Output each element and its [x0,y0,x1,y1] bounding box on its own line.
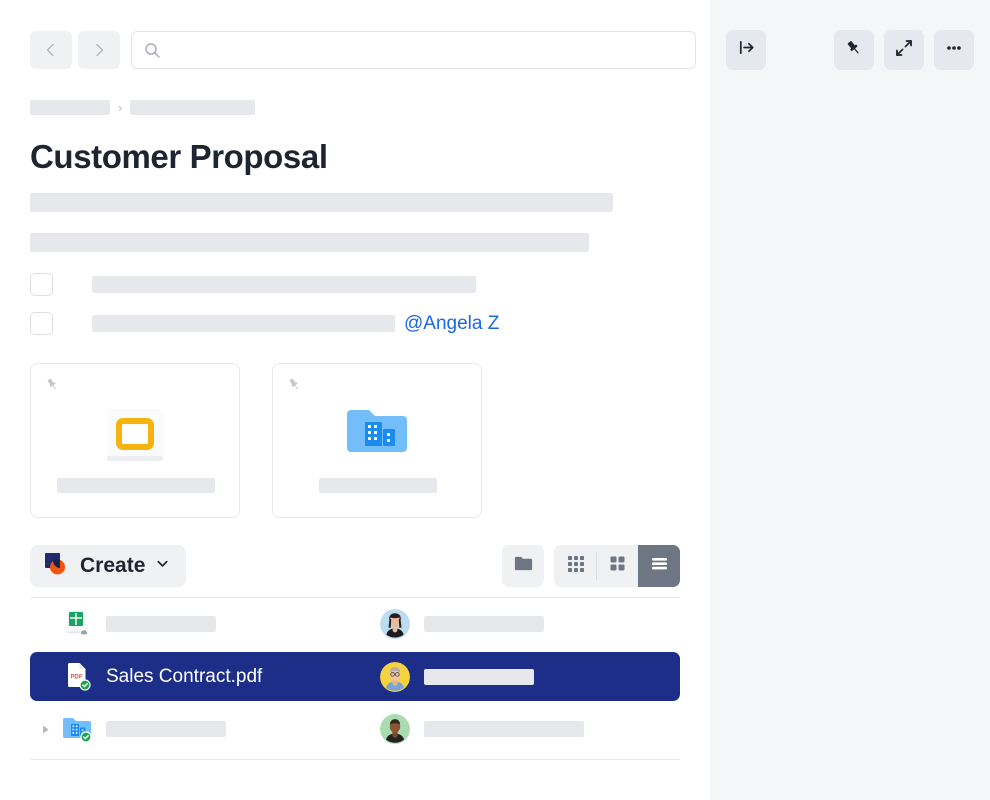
expand-diagonal-icon [895,39,913,62]
pin-panel-button[interactable] [834,30,874,70]
row-meta-placeholder [424,721,584,737]
panel-header [710,30,990,70]
details-panel: x Sales Contract.pdf Open Share [710,0,990,800]
search-input[interactable] [169,42,683,58]
mention-link[interactable]: @Angela Z [404,313,499,335]
team-folder-icon [56,713,98,745]
body-text-line [30,233,589,252]
table-row[interactable] [30,600,680,648]
file-name-placeholder [106,721,226,737]
back-button[interactable] [30,31,72,69]
more-horizontal-icon [945,39,963,62]
create-button[interactable]: Create [30,545,187,587]
pin-icon[interactable] [45,377,60,397]
grid-9-icon [566,554,585,578]
view-mode-segmented-control [554,545,680,587]
breadcrumb: › [30,100,256,115]
checkbox[interactable] [30,273,53,296]
list-view-button[interactable] [638,545,680,587]
top-toolbar [30,31,696,69]
forward-button[interactable] [78,31,120,69]
file-list: PDF Sales Contract.pdf [30,600,680,760]
main-content-area: › Customer Proposal @Angela Z Create PDF… [0,0,710,800]
spreadsheet-icon [56,607,98,641]
chevron-right-icon [91,42,107,58]
pinned-cards [30,363,482,518]
pin-icon [845,39,863,62]
action-bar: Create [30,545,680,587]
checklist-item-text [92,276,476,293]
more-options-button[interactable] [934,30,974,70]
file-name-placeholder [106,616,216,632]
chevron-down-icon [155,556,170,576]
table-row[interactable] [30,705,680,753]
svg-text:PDF: PDF [71,674,83,680]
breadcrumb-separator: › [118,100,123,115]
list-bottom-divider [30,759,680,760]
pinned-card-document[interactable] [30,363,240,518]
pdf-icon: PDF [56,660,98,694]
create-shapes-icon [42,550,70,583]
create-button-label: Create [80,554,146,577]
paper-doc-icon [31,404,239,466]
avatar [380,661,410,692]
expand-panel-button[interactable] [884,30,924,70]
avatar [380,609,410,639]
pinned-card-folder[interactable] [272,363,482,518]
grid-large-view-button[interactable] [554,545,596,587]
grid-small-view-button[interactable] [596,545,638,587]
page-title: Customer Proposal [30,138,328,175]
folder-icon [513,553,534,579]
body-text-line [30,193,613,212]
card-label-placeholder [319,478,437,493]
card-label-placeholder [57,478,215,493]
disclosure-arrow-icon[interactable] [40,724,56,735]
team-folder-icon [273,404,481,466]
avatar [380,714,410,744]
search-bar[interactable] [131,31,696,69]
view-controls [502,545,680,587]
row-meta [380,714,584,744]
list-icon [649,554,670,578]
checklist-item[interactable] [30,273,476,296]
chevron-left-icon [43,42,59,58]
checklist-item-text [92,315,395,332]
list-top-divider [30,597,680,598]
app-window: › Customer Proposal @Angela Z Create PDF… [0,0,990,800]
search-icon [144,42,161,59]
table-row[interactable]: PDF Sales Contract.pdf [30,652,680,701]
file-name: Sales Contract.pdf [106,665,263,687]
collapse-panel-icon [737,38,756,62]
grid-4-icon [608,554,627,578]
folder-view-button[interactable] [502,545,544,587]
row-meta-placeholder [424,668,534,685]
pin-icon[interactable] [287,377,302,397]
row-meta [380,609,544,639]
checkbox[interactable] [30,312,53,335]
breadcrumb-item[interactable] [130,100,256,115]
row-meta-placeholder [424,616,544,632]
row-meta [380,661,534,692]
collapse-panel-button[interactable] [726,30,766,70]
checklist-item[interactable]: @Angela Z [30,312,499,335]
breadcrumb-item[interactable] [30,100,110,115]
